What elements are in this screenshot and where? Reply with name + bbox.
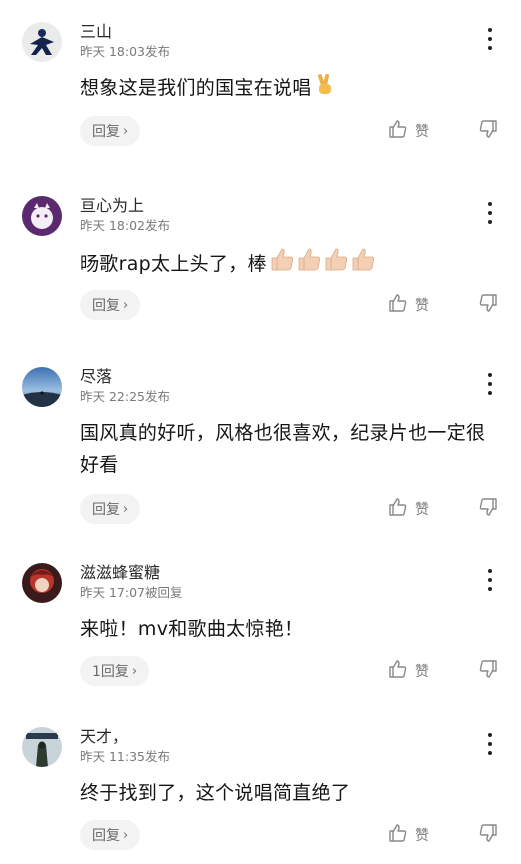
username[interactable]: 滋滋蜂蜜糖 [80, 563, 160, 583]
thumbs-up-icon [388, 293, 408, 317]
avatar[interactable] [22, 727, 62, 767]
chevron-right-icon: › [131, 663, 138, 679]
thumbs-down-icon [478, 823, 498, 847]
thumbs-up-icon [388, 497, 408, 521]
reply-label: 回复 [92, 502, 120, 518]
dislike-button[interactable] [478, 659, 498, 683]
reply-button[interactable]: 回复 › [80, 820, 141, 850]
avatar[interactable] [22, 196, 62, 236]
comment-body: 来啦！mv和歌曲太惊艳！ [80, 618, 304, 640]
dislike-button[interactable] [478, 119, 498, 143]
thumbs-down-icon [478, 293, 498, 317]
dislike-button[interactable] [478, 823, 498, 847]
like-label: 赞 [415, 502, 429, 518]
timestamp: 昨天 18:02发布 [80, 218, 170, 233]
reply-label: 1回复 [92, 664, 129, 680]
comment-text: 想象这是我们的国宝在说唱 [80, 72, 500, 106]
comment-text: 来啦！mv和歌曲太惊艳！ [80, 613, 500, 645]
victory-hand-emoji [314, 74, 336, 106]
like-button[interactable]: 赞 [388, 823, 429, 847]
like-label: 赞 [415, 298, 429, 314]
avatar-image [22, 563, 62, 603]
avatar-image [22, 22, 62, 62]
comment-text: 旸歌rap太上头了，棒 [80, 246, 500, 282]
avatar-image [22, 196, 62, 236]
comment-body: 国风真的好听，风格也很喜欢，纪录片也一定很好看 [80, 422, 486, 476]
thumbs-down-icon [478, 659, 498, 683]
chevron-right-icon: › [123, 123, 129, 139]
reply-button[interactable]: 回复 › [80, 494, 141, 524]
like-label: 赞 [415, 828, 429, 844]
comment-body: 想象这是我们的国宝在说唱 [80, 77, 312, 99]
chevron-right-icon: › [123, 501, 129, 517]
thumbs-up-emoji [269, 246, 375, 282]
reply-label: 回复 [92, 298, 120, 314]
avatar-image [22, 367, 62, 407]
thumbs-up-icon [388, 119, 408, 143]
comment-text: 终于找到了，这个说唱简直绝了 [80, 777, 500, 809]
timestamp: 昨天 18:03发布 [80, 44, 170, 59]
username[interactable]: 天才， [80, 727, 128, 747]
like-button[interactable]: 赞 [388, 293, 429, 317]
comment-body: 终于找到了，这个说唱简直绝了 [80, 782, 351, 804]
reply-label: 回复 [92, 828, 120, 844]
thumbs-down-icon [478, 497, 498, 521]
avatar[interactable] [22, 367, 62, 407]
reply-label: 回复 [92, 124, 120, 140]
username[interactable]: 尽落 [80, 367, 112, 387]
chevron-right-icon: › [123, 827, 129, 843]
like-button[interactable]: 赞 [388, 119, 429, 143]
more-vertical-icon[interactable] [481, 202, 499, 224]
timestamp: 昨天 17:07被回复 [80, 585, 183, 600]
dislike-button[interactable] [478, 293, 498, 317]
thumbs-up-icon [388, 659, 408, 683]
username[interactable]: 三山 [80, 22, 112, 42]
like-button[interactable]: 赞 [388, 659, 429, 683]
reply-button[interactable]: 1回复 › [80, 656, 150, 686]
more-vertical-icon[interactable] [481, 28, 499, 50]
avatar[interactable] [22, 22, 62, 62]
thumbs-down-icon [478, 119, 498, 143]
reply-button[interactable]: 回复 › [80, 116, 141, 146]
timestamp: 昨天 22:25发布 [80, 389, 170, 404]
more-vertical-icon[interactable] [481, 733, 499, 755]
dislike-button[interactable] [478, 497, 498, 521]
more-vertical-icon[interactable] [481, 373, 499, 395]
avatar[interactable] [22, 563, 62, 603]
avatar-image [22, 727, 62, 767]
more-vertical-icon[interactable] [481, 569, 499, 591]
thumbs-up-icon [388, 823, 408, 847]
reply-button[interactable]: 回复 › [80, 290, 141, 320]
comment-body: 旸歌rap太上头了，棒 [80, 253, 267, 275]
chevron-right-icon: › [123, 297, 129, 313]
like-label: 赞 [415, 124, 429, 140]
comment-text: 国风真的好听，风格也很喜欢，纪录片也一定很好看 [80, 417, 500, 481]
like-button[interactable]: 赞 [388, 497, 429, 521]
like-label: 赞 [415, 664, 429, 680]
username[interactable]: 亘心为上 [80, 196, 144, 216]
timestamp: 昨天 11:35发布 [80, 749, 170, 764]
